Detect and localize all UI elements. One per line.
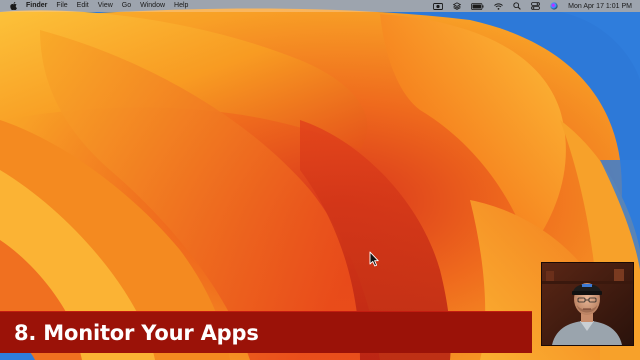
menu-go[interactable]: Go xyxy=(122,0,131,12)
menu-bar-left: Finder File Edit View Go Window Help xyxy=(0,0,433,12)
menu-bar: Finder File Edit View Go Window Help Mon… xyxy=(0,0,640,12)
control-center-icon[interactable] xyxy=(531,0,541,12)
banner-title: 8. Monitor Your Apps xyxy=(14,321,259,345)
menu-view[interactable]: View xyxy=(98,0,113,12)
search-icon[interactable] xyxy=(513,0,521,12)
wifi-icon[interactable] xyxy=(494,0,503,12)
siri-icon[interactable] xyxy=(550,0,558,12)
apple-logo-icon[interactable] xyxy=(9,2,17,11)
battery-icon[interactable] xyxy=(471,0,484,12)
presenter-webcam xyxy=(541,262,634,346)
menu-help[interactable]: Help xyxy=(174,0,188,12)
menu-edit[interactable]: Edit xyxy=(77,0,89,12)
menu-window[interactable]: Window xyxy=(140,0,165,12)
layers-icon[interactable] xyxy=(453,0,462,12)
screen-record-icon[interactable] xyxy=(433,0,444,12)
mouse-cursor-icon xyxy=(369,251,379,267)
menu-clock[interactable]: Mon Apr 17 1:01 PM xyxy=(568,3,632,10)
presenter-image xyxy=(542,263,633,345)
menu-finder[interactable]: Finder xyxy=(26,0,47,12)
desktop-screen: Finder File Edit View Go Window Help Mon… xyxy=(0,0,640,360)
title-banner: 8. Monitor Your Apps xyxy=(0,311,532,353)
menu-bar-right: Mon Apr 17 1:01 PM xyxy=(433,0,640,12)
menu-file[interactable]: File xyxy=(56,0,67,12)
